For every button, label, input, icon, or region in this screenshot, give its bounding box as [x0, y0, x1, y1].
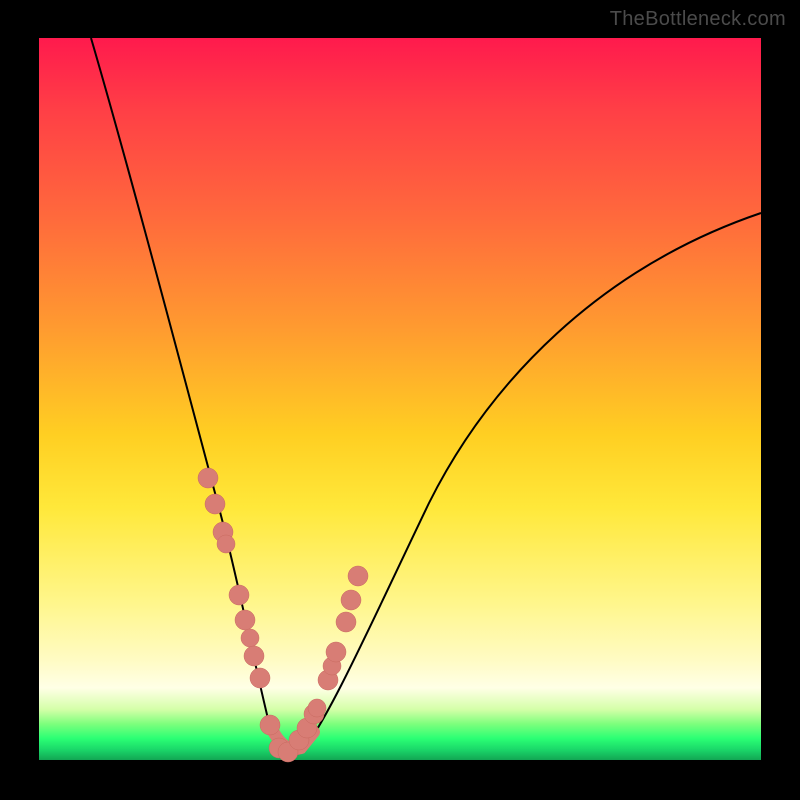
bead-group	[198, 468, 368, 762]
watermark-text: TheBottleneck.com	[610, 8, 786, 31]
curve-path	[91, 38, 761, 755]
chart-svg	[39, 38, 761, 760]
